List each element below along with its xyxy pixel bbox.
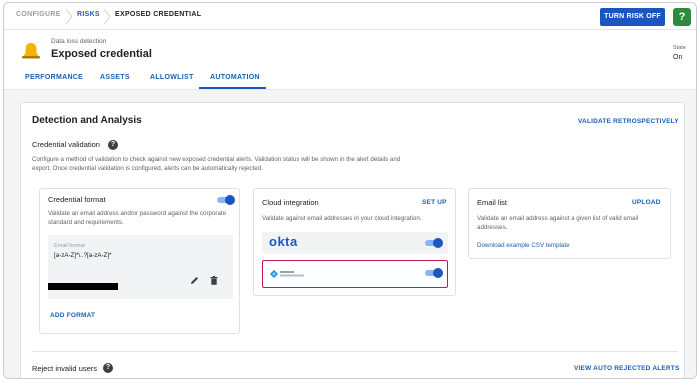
reject-invalid-users-label: Reject invalid users bbox=[32, 364, 98, 373]
add-format-button[interactable]: ADD FORMAT bbox=[50, 312, 95, 319]
cloud-integration-description: Validate against email addresses in your… bbox=[262, 215, 422, 222]
email-list-description: Validate an email address against a give… bbox=[477, 215, 639, 231]
bell-icon bbox=[21, 42, 41, 60]
upload-button[interactable]: UPLOAD bbox=[632, 199, 661, 206]
turn-risk-off-button[interactable]: TURN RISK OFF bbox=[600, 8, 665, 26]
tab-automation[interactable]: AUTOMATION bbox=[210, 74, 260, 81]
email-format-value: [a-zA-Z]*\..?[a-zA-Z]* bbox=[54, 252, 112, 259]
view-auto-rejected-alerts-button[interactable]: VIEW AUTO REJECTED ALERTS bbox=[574, 365, 680, 372]
azure-ad-logo bbox=[269, 269, 309, 279]
tab-performance[interactable]: PERFORMANCE bbox=[25, 74, 83, 81]
help-button[interactable]: ? bbox=[673, 8, 691, 26]
credential-validation-label: Credential validation bbox=[32, 140, 100, 149]
chevron-right-icon bbox=[102, 8, 112, 25]
breadcrumb-risks[interactable]: RISKS bbox=[77, 11, 100, 18]
email-list-title: Email list bbox=[477, 198, 508, 207]
app-window: CONFIGURE RISKS EXPOSED CREDENTIAL TURN … bbox=[3, 2, 697, 379]
credential-format-title: Credential format bbox=[48, 195, 106, 204]
email-format-label: Email format bbox=[54, 243, 85, 249]
page-title: Exposed credential bbox=[51, 48, 152, 60]
state-value: On bbox=[673, 54, 683, 61]
state-label: State bbox=[673, 45, 686, 51]
chevron-right-icon bbox=[64, 8, 74, 25]
divider bbox=[32, 351, 678, 352]
okta-logo: okta bbox=[269, 234, 298, 249]
delete-icon[interactable] bbox=[210, 276, 218, 285]
credential-format-description: Validate an email address and/or passwor… bbox=[48, 210, 227, 226]
cloud-integration-title: Cloud integration bbox=[262, 198, 319, 207]
tab-allowlist[interactable]: ALLOWLIST bbox=[150, 74, 194, 81]
edit-icon[interactable] bbox=[190, 276, 199, 285]
tab-assets[interactable]: ASSETS bbox=[100, 74, 130, 81]
download-csv-link[interactable]: Download example CSV template bbox=[477, 242, 570, 249]
page-subtitle: Data loss detection bbox=[51, 38, 107, 45]
setup-button[interactable]: SET UP bbox=[422, 199, 447, 206]
breadcrumb-current: EXPOSED CREDENTIAL bbox=[115, 11, 202, 18]
section-description: Configure a method of validation to chec… bbox=[32, 156, 401, 172]
help-icon[interactable]: ? bbox=[103, 363, 113, 373]
validate-retrospectively-button[interactable]: VALIDATE RETROSPECTIVELY bbox=[578, 118, 679, 125]
help-icon[interactable]: ? bbox=[108, 140, 118, 150]
credential-format-toggle[interactable] bbox=[215, 195, 235, 205]
breadcrumb-configure[interactable]: CONFIGURE bbox=[16, 11, 61, 18]
okta-toggle[interactable] bbox=[423, 238, 443, 248]
azure-toggle[interactable] bbox=[423, 268, 443, 278]
redacted-block bbox=[48, 283, 118, 290]
section-title: Detection and Analysis bbox=[32, 115, 142, 126]
